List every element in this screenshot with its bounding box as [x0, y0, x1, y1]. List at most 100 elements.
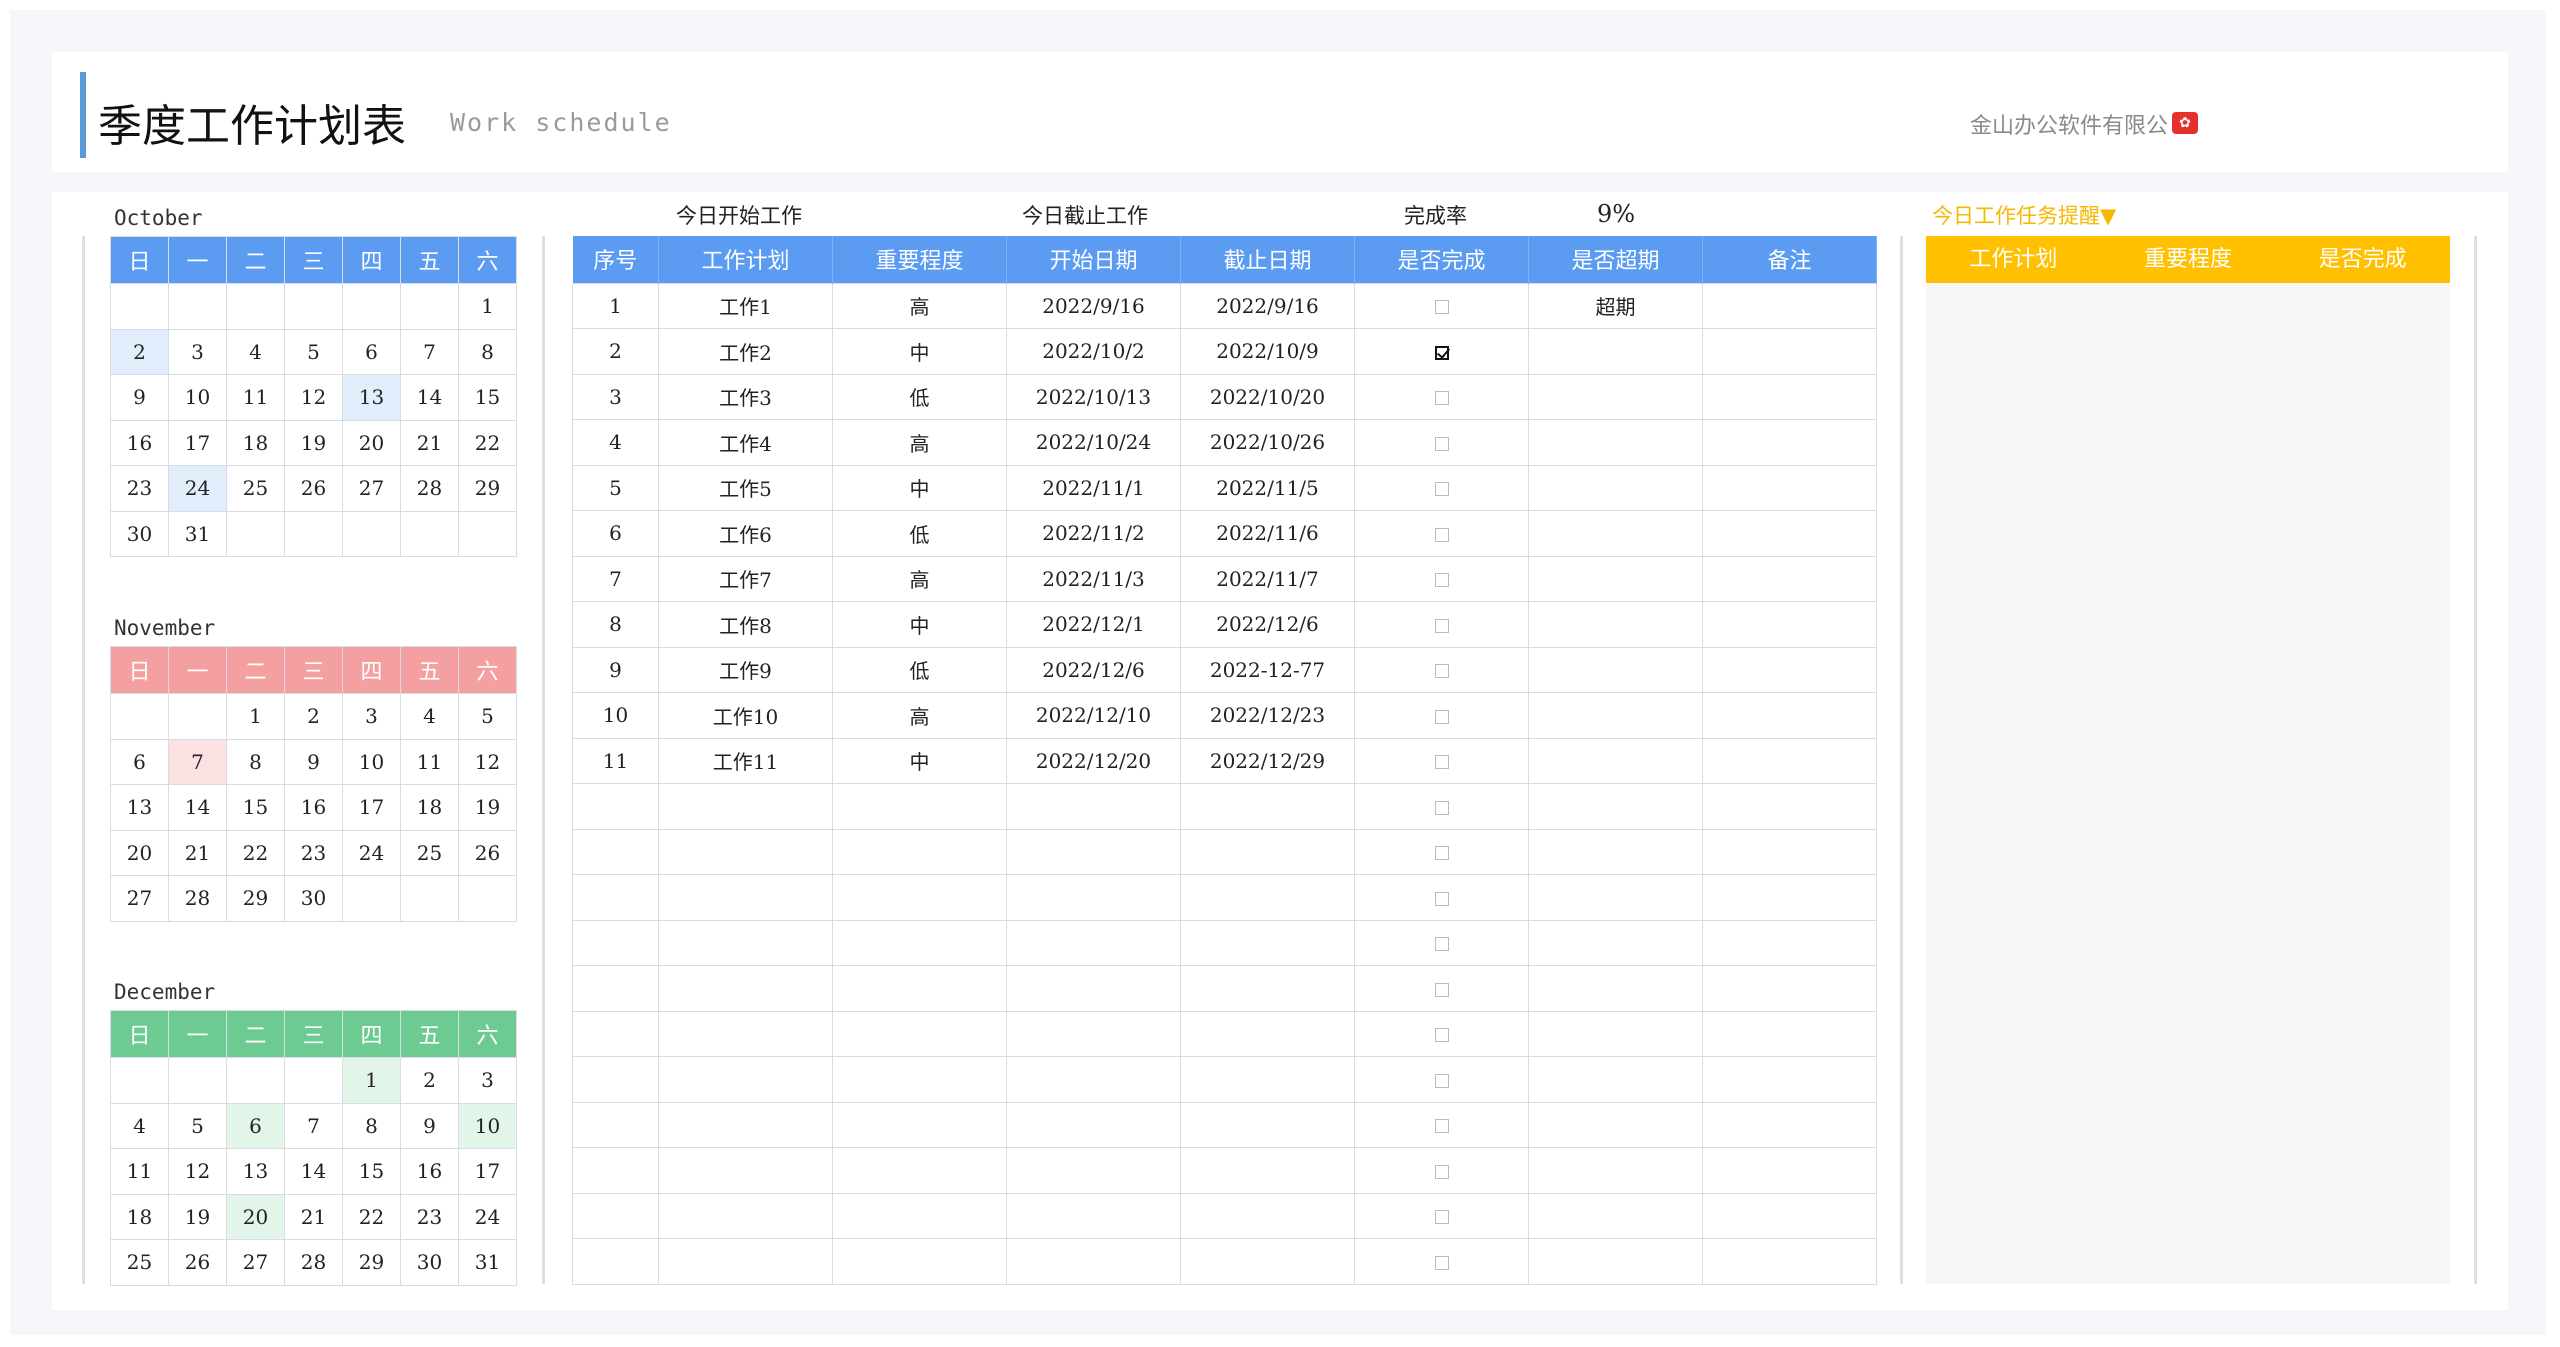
- cell-no[interactable]: 1: [572, 282, 659, 329]
- calendar-day[interactable]: 16: [110, 419, 169, 466]
- cell-end[interactable]: 2022/11/5: [1180, 464, 1355, 511]
- cell-plan[interactable]: 工作2: [658, 328, 833, 375]
- cell-done[interactable]: [1354, 464, 1529, 511]
- cell-no[interactable]: [572, 1056, 659, 1103]
- calendar-day[interactable]: 25: [400, 829, 459, 876]
- cell-priority[interactable]: 低: [832, 510, 1007, 557]
- cell-note[interactable]: [1702, 1192, 1877, 1239]
- cell-note[interactable]: [1702, 874, 1877, 921]
- cell-note[interactable]: [1702, 737, 1877, 784]
- completion-checkbox[interactable]: [1434, 891, 1449, 906]
- cell-no[interactable]: 9: [572, 646, 659, 693]
- calendar-day[interactable]: 9: [110, 374, 169, 421]
- calendar-day[interactable]: 9: [284, 738, 343, 785]
- cell-priority[interactable]: 中: [832, 464, 1007, 511]
- cell-note[interactable]: [1702, 828, 1877, 875]
- calendar-day[interactable]: 4: [226, 328, 285, 375]
- cell-end[interactable]: [1180, 1010, 1355, 1057]
- cell-priority[interactable]: 高: [832, 419, 1007, 466]
- cell-done[interactable]: [1354, 601, 1529, 648]
- calendar-day[interactable]: 21: [400, 419, 459, 466]
- cell-no[interactable]: 2: [572, 328, 659, 375]
- cell-start[interactable]: 2022/12/20: [1006, 737, 1181, 784]
- cell-no[interactable]: [572, 965, 659, 1012]
- calendar-day[interactable]: 5: [284, 328, 343, 375]
- cell-start[interactable]: 2022/11/3: [1006, 555, 1181, 602]
- calendar-day[interactable]: 28: [284, 1239, 343, 1286]
- calendar-day[interactable]: 15: [342, 1148, 401, 1195]
- cell-note[interactable]: [1702, 282, 1877, 329]
- cell-note[interactable]: [1702, 510, 1877, 557]
- calendar-day[interactable]: 21: [168, 829, 227, 876]
- calendar-day[interactable]: 27: [110, 875, 169, 922]
- cell-end[interactable]: [1180, 919, 1355, 966]
- cell-end[interactable]: 2022-12-77: [1180, 646, 1355, 693]
- cell-end[interactable]: [1180, 965, 1355, 1012]
- calendar-day[interactable]: 23: [110, 465, 169, 512]
- completion-checkbox[interactable]: [1434, 1073, 1449, 1088]
- cell-done[interactable]: [1354, 1101, 1529, 1148]
- cell-no[interactable]: 8: [572, 601, 659, 648]
- cell-note[interactable]: [1702, 1147, 1877, 1194]
- cell-note[interactable]: [1702, 419, 1877, 466]
- cell-done[interactable]: [1354, 328, 1529, 375]
- cell-no[interactable]: [572, 828, 659, 875]
- cell-start[interactable]: 2022/11/1: [1006, 464, 1181, 511]
- cell-note[interactable]: [1702, 328, 1877, 375]
- cell-note[interactable]: [1702, 646, 1877, 693]
- calendar-day[interactable]: 7: [284, 1102, 343, 1149]
- cell-done[interactable]: [1354, 737, 1529, 784]
- cell-note[interactable]: [1702, 601, 1877, 648]
- cell-plan[interactable]: [658, 828, 833, 875]
- calendar-day[interactable]: 21: [284, 1193, 343, 1240]
- cell-done[interactable]: [1354, 419, 1529, 466]
- cell-plan[interactable]: [658, 1101, 833, 1148]
- cell-overdue[interactable]: [1528, 464, 1703, 511]
- calendar-day[interactable]: 25: [110, 1239, 169, 1286]
- calendar-day[interactable]: 28: [168, 875, 227, 922]
- cell-plan[interactable]: 工作3: [658, 373, 833, 420]
- cell-end[interactable]: [1180, 1192, 1355, 1239]
- cell-priority[interactable]: 低: [832, 373, 1007, 420]
- cell-done[interactable]: [1354, 692, 1529, 739]
- cell-end[interactable]: 2022/11/7: [1180, 555, 1355, 602]
- cell-end[interactable]: 2022/9/16: [1180, 282, 1355, 329]
- calendar-day[interactable]: 16: [284, 784, 343, 831]
- calendar-day[interactable]: 26: [284, 465, 343, 512]
- cell-done[interactable]: [1354, 919, 1529, 966]
- calendar-day[interactable]: 7: [400, 328, 459, 375]
- calendar-day[interactable]: 22: [342, 1193, 401, 1240]
- cell-priority[interactable]: 低: [832, 646, 1007, 693]
- cell-priority[interactable]: [832, 1101, 1007, 1148]
- cell-plan[interactable]: 工作6: [658, 510, 833, 557]
- cell-overdue[interactable]: [1528, 419, 1703, 466]
- calendar-day[interactable]: 13: [110, 784, 169, 831]
- cell-overdue[interactable]: [1528, 919, 1703, 966]
- calendar-day[interactable]: 11: [226, 374, 285, 421]
- cell-overdue[interactable]: [1528, 1238, 1703, 1285]
- calendar-day[interactable]: 14: [168, 784, 227, 831]
- completion-checkbox[interactable]: [1434, 664, 1449, 679]
- cell-start[interactable]: 2022/12/1: [1006, 601, 1181, 648]
- calendar-day[interactable]: 30: [110, 510, 169, 557]
- cell-priority[interactable]: 高: [832, 282, 1007, 329]
- cell-end[interactable]: 2022/12/23: [1180, 692, 1355, 739]
- calendar-day[interactable]: 8: [342, 1102, 401, 1149]
- calendar-day[interactable]: 29: [458, 465, 517, 512]
- cell-overdue[interactable]: [1528, 965, 1703, 1012]
- calendar-day[interactable]: 27: [342, 465, 401, 512]
- cell-overdue[interactable]: [1528, 874, 1703, 921]
- cell-priority[interactable]: 中: [832, 601, 1007, 648]
- cell-overdue[interactable]: [1528, 737, 1703, 784]
- calendar-day[interactable]: 24: [168, 465, 227, 512]
- cell-no[interactable]: 6: [572, 510, 659, 557]
- calendar-day[interactable]: 11: [110, 1148, 169, 1195]
- cell-note[interactable]: [1702, 1238, 1877, 1285]
- calendar-day[interactable]: 6: [226, 1102, 285, 1149]
- cell-overdue[interactable]: [1528, 1192, 1703, 1239]
- cell-note[interactable]: [1702, 692, 1877, 739]
- cell-plan[interactable]: 工作4: [658, 419, 833, 466]
- cell-start[interactable]: [1006, 1147, 1181, 1194]
- cell-overdue[interactable]: [1528, 1101, 1703, 1148]
- calendar-day[interactable]: 10: [168, 374, 227, 421]
